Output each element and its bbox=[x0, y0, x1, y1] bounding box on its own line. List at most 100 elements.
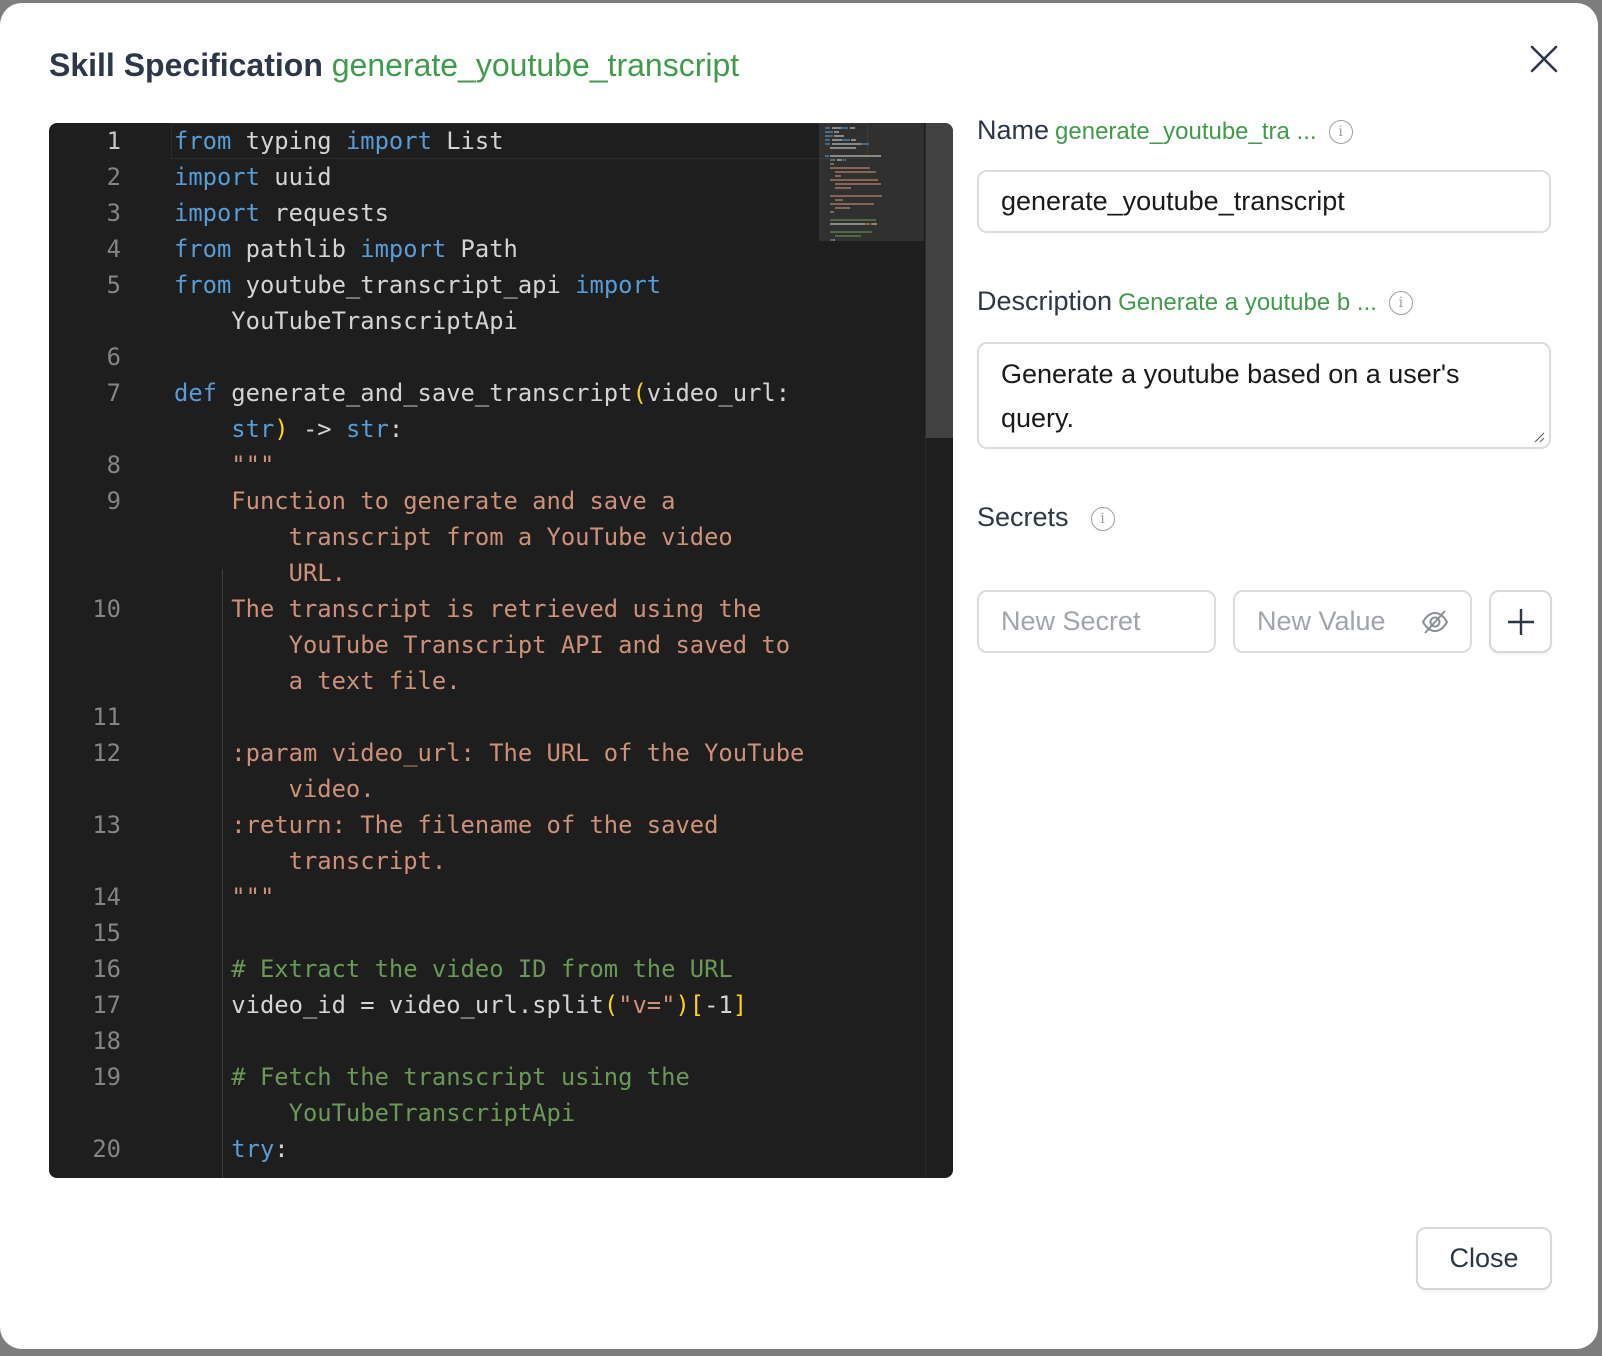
code-line[interactable]: 10 The transcript is retrieved using the bbox=[49, 591, 819, 627]
code-text: from typing import List bbox=[174, 123, 504, 159]
minimap[interactable] bbox=[819, 123, 924, 423]
code-text: try: bbox=[174, 1131, 288, 1167]
code-line[interactable]: 7 def generate_and_save_transcript(video_… bbox=[49, 375, 819, 411]
minimap-line bbox=[835, 199, 844, 201]
minimap-line bbox=[830, 147, 857, 149]
minimap-line bbox=[835, 207, 850, 209]
code-line[interactable]: 16 # Extract the video ID from the URL bbox=[49, 951, 819, 987]
code-token-tx: video_url: bbox=[646, 379, 791, 407]
code-line[interactable]: 3 import requests bbox=[49, 195, 819, 231]
code-token-kw: str bbox=[174, 415, 275, 443]
code-token-kw: from bbox=[174, 235, 232, 263]
code-token-st: transcript from a YouTube video bbox=[174, 523, 733, 551]
minimap-line bbox=[867, 155, 881, 157]
scrollbar-thumb[interactable] bbox=[926, 123, 953, 438]
line-number: 4 bbox=[106, 235, 121, 263]
code-editor[interactable]: 1 from typing import List 2 import uuid 3 imp… bbox=[49, 123, 953, 1178]
code-line[interactable]: 8 """ bbox=[49, 447, 819, 483]
code-text: :param video_url: The URL of the YouTube bbox=[174, 735, 804, 771]
close-button[interactable]: Close bbox=[1416, 1227, 1552, 1290]
minimap-line bbox=[830, 167, 871, 169]
code-line[interactable]: 4 from pathlib import Path bbox=[49, 231, 819, 267]
info-icon[interactable]: i bbox=[1328, 119, 1353, 144]
resize-handle-icon[interactable] bbox=[1533, 431, 1545, 443]
code-line[interactable]: 5 from youtube_transcript_api import bbox=[49, 267, 819, 303]
editor-scrollbar[interactable] bbox=[925, 123, 953, 1178]
code-line[interactable]: URL. bbox=[49, 555, 819, 591]
code-text: """ bbox=[174, 879, 274, 915]
line-number: 13 bbox=[92, 811, 121, 839]
code-line[interactable]: 9 Function to generate and save a bbox=[49, 483, 819, 519]
code-token-tx: generate_and_save_transcript bbox=[216, 379, 633, 407]
minimap-line bbox=[875, 223, 877, 225]
description-textarea[interactable]: Generate a youtube based on a user's que… bbox=[977, 342, 1551, 449]
eye-slash-icon[interactable] bbox=[1420, 608, 1450, 636]
code-text: # Fetch the transcript using the bbox=[174, 1059, 689, 1095]
code-token-tx: uuid bbox=[259, 163, 332, 191]
info-icon[interactable]: i bbox=[1388, 290, 1413, 315]
code-token-st: """ bbox=[174, 883, 275, 911]
minimap-line bbox=[844, 159, 846, 161]
minimap-line bbox=[830, 223, 864, 225]
code-token-st: """ bbox=[174, 451, 275, 479]
code-line[interactable]: a text file. bbox=[49, 663, 819, 699]
line-number: 16 bbox=[92, 955, 121, 983]
name-label-row: Name generate_youtube_tra ... i bbox=[977, 115, 1353, 146]
minimap-line bbox=[825, 127, 831, 129]
code-token-st: transcript. bbox=[174, 847, 447, 875]
code-token-st: :param video_url: The URL of the YouTube bbox=[174, 739, 805, 767]
code-line[interactable]: 20 try: bbox=[49, 1131, 819, 1167]
code-line[interactable]: 12 :param video_url: The URL of the YouT… bbox=[49, 735, 819, 771]
code-line[interactable]: 11 bbox=[49, 699, 819, 735]
code-token-kw: import bbox=[360, 235, 447, 263]
line-number: 14 bbox=[92, 883, 121, 911]
line-number: 19 bbox=[92, 1063, 121, 1091]
code-token-kw: import bbox=[174, 163, 260, 191]
info-icon[interactable]: i bbox=[1090, 506, 1115, 531]
close-button-label: Close bbox=[1449, 1243, 1519, 1273]
code-line[interactable]: 15 bbox=[49, 915, 819, 951]
new-value-input[interactable]: New Value bbox=[1233, 590, 1472, 653]
code-text: URL. bbox=[174, 555, 346, 591]
code-line[interactable]: 17 video_id = video_url.split("v=")[-1] bbox=[49, 987, 819, 1023]
code-line[interactable]: 2 import uuid bbox=[49, 159, 819, 195]
new-secret-input[interactable]: New Secret bbox=[977, 590, 1216, 653]
description-value: Generate a youtube based on a user's que… bbox=[1001, 359, 1460, 433]
minimap-line bbox=[830, 155, 867, 157]
minimap-line bbox=[830, 195, 883, 197]
minimap-line bbox=[861, 143, 870, 145]
code-line[interactable]: transcript. bbox=[49, 843, 819, 879]
minimap-line bbox=[834, 159, 836, 161]
line-number: 1 bbox=[106, 127, 121, 155]
code-line[interactable]: 19 # Fetch the transcript using the bbox=[49, 1059, 819, 1095]
code-line[interactable]: 18 bbox=[49, 1023, 819, 1059]
name-input[interactable]: generate_youtube_transcript bbox=[977, 170, 1551, 233]
code-token-tx: Path bbox=[446, 235, 518, 263]
minimap-line bbox=[834, 135, 845, 137]
code-text: video_id = video_url.split("v=")[-1] bbox=[174, 987, 747, 1023]
code-text: Function to generate and save a bbox=[174, 483, 675, 519]
minimap-line bbox=[831, 127, 841, 129]
code-line[interactable]: YouTubeTranscriptApi bbox=[49, 1095, 819, 1131]
code-line[interactable]: 13 :return: The filename of the saved bbox=[49, 807, 819, 843]
code-line[interactable]: 6 bbox=[49, 339, 819, 375]
code-token-kw: import bbox=[174, 199, 260, 227]
close-x-icon[interactable] bbox=[1528, 43, 1560, 75]
add-secret-button[interactable] bbox=[1489, 590, 1552, 653]
code-token-kw: str bbox=[345, 415, 389, 443]
minimap-line bbox=[830, 163, 835, 165]
code-token-st: YouTube Transcript API and saved to bbox=[174, 631, 791, 659]
line-number: 8 bbox=[106, 451, 121, 479]
code-line[interactable]: str) -> str: bbox=[49, 411, 819, 447]
code-line[interactable]: 14 """ bbox=[49, 879, 819, 915]
minimap-line bbox=[834, 131, 840, 133]
code-line[interactable]: 1 from typing import List bbox=[49, 123, 819, 159]
code-token-br: ( bbox=[603, 991, 619, 1019]
code-line[interactable]: YouTubeTranscriptApi bbox=[49, 303, 819, 339]
code-token-kw: from bbox=[174, 127, 232, 155]
minimap-line bbox=[830, 203, 875, 205]
code-line[interactable]: transcript from a YouTube video bbox=[49, 519, 819, 555]
code-line[interactable]: video. bbox=[49, 771, 819, 807]
code-line[interactable]: YouTube Transcript API and saved to bbox=[49, 627, 819, 663]
code-token-st: video. bbox=[174, 775, 375, 803]
